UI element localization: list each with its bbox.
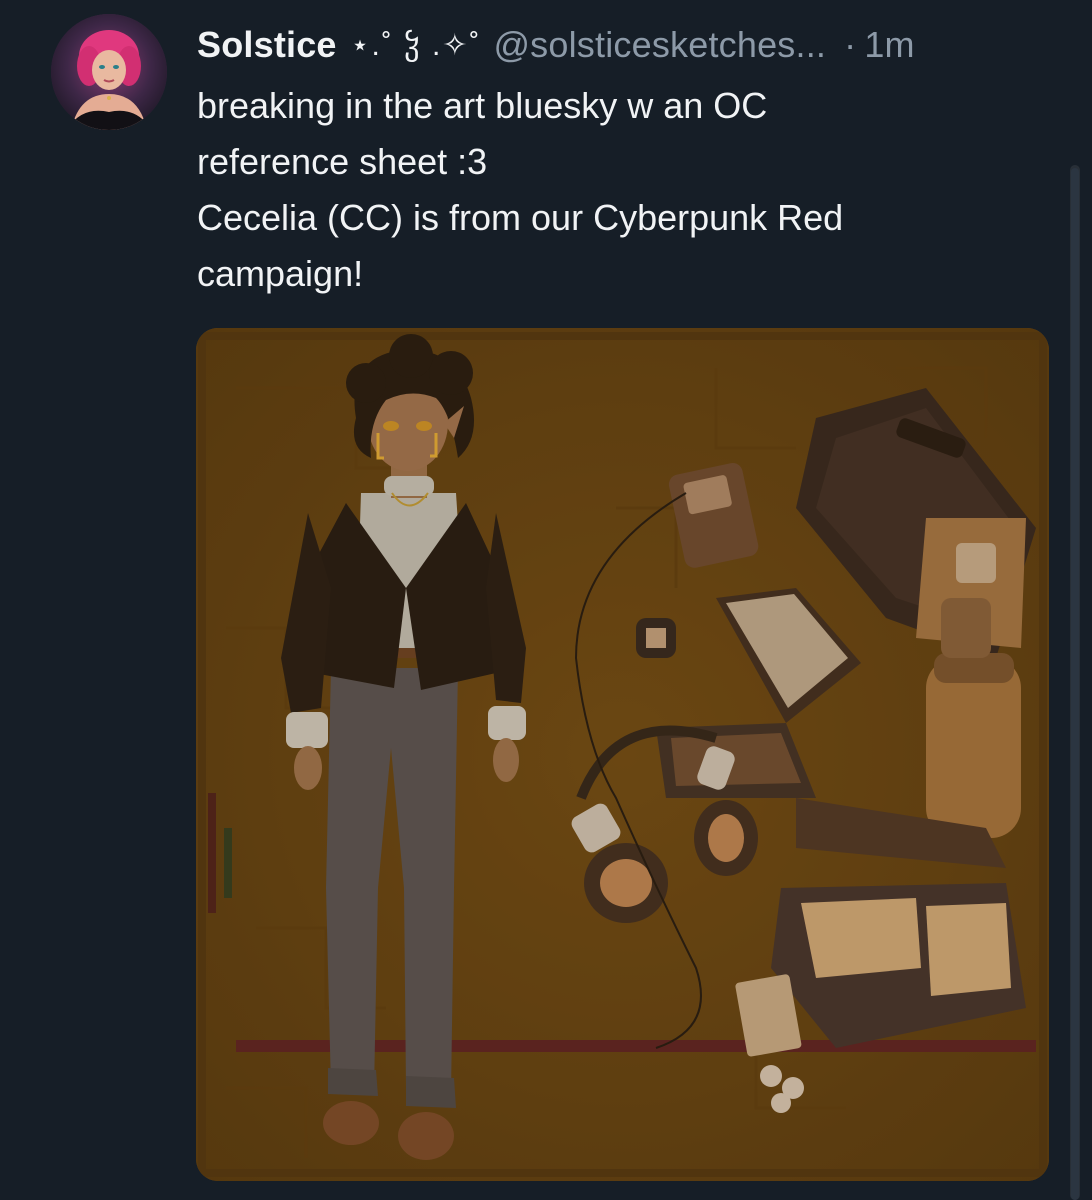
post-text-line: breaking in the art bluesky w an OC — [197, 85, 768, 126]
post-timestamp[interactable]: 1m — [864, 24, 914, 66]
display-name-decoration: ⋆.˚ ჴ .✧˚ — [350, 28, 482, 62]
post-text-line: Cecelia (CC) is from our Cyberpunk Red — [197, 197, 844, 238]
author-avatar[interactable] — [51, 14, 167, 130]
post-header: Solstice ⋆.˚ ჴ .✧˚ @solsticesketches... … — [197, 20, 1057, 70]
author-display-name[interactable]: Solstice — [197, 24, 337, 66]
author-handle[interactable]: @solsticesketches... — [493, 24, 826, 66]
separator-dot: · — [844, 24, 857, 65]
post-text: breaking in the art bluesky w an OC refe… — [197, 78, 1037, 302]
scrollbar-thumb[interactable] — [1071, 168, 1079, 1200]
post-text-line: reference sheet :3 — [197, 141, 488, 182]
post-image[interactable] — [196, 328, 1049, 1181]
artwork-illustration — [196, 328, 1049, 1181]
avatar-image — [51, 14, 167, 130]
post-text-line: campaign! — [197, 253, 364, 294]
post-item[interactable]: Solstice ⋆.˚ ჴ .✧˚ @solsticesketches... … — [0, 0, 1092, 1200]
